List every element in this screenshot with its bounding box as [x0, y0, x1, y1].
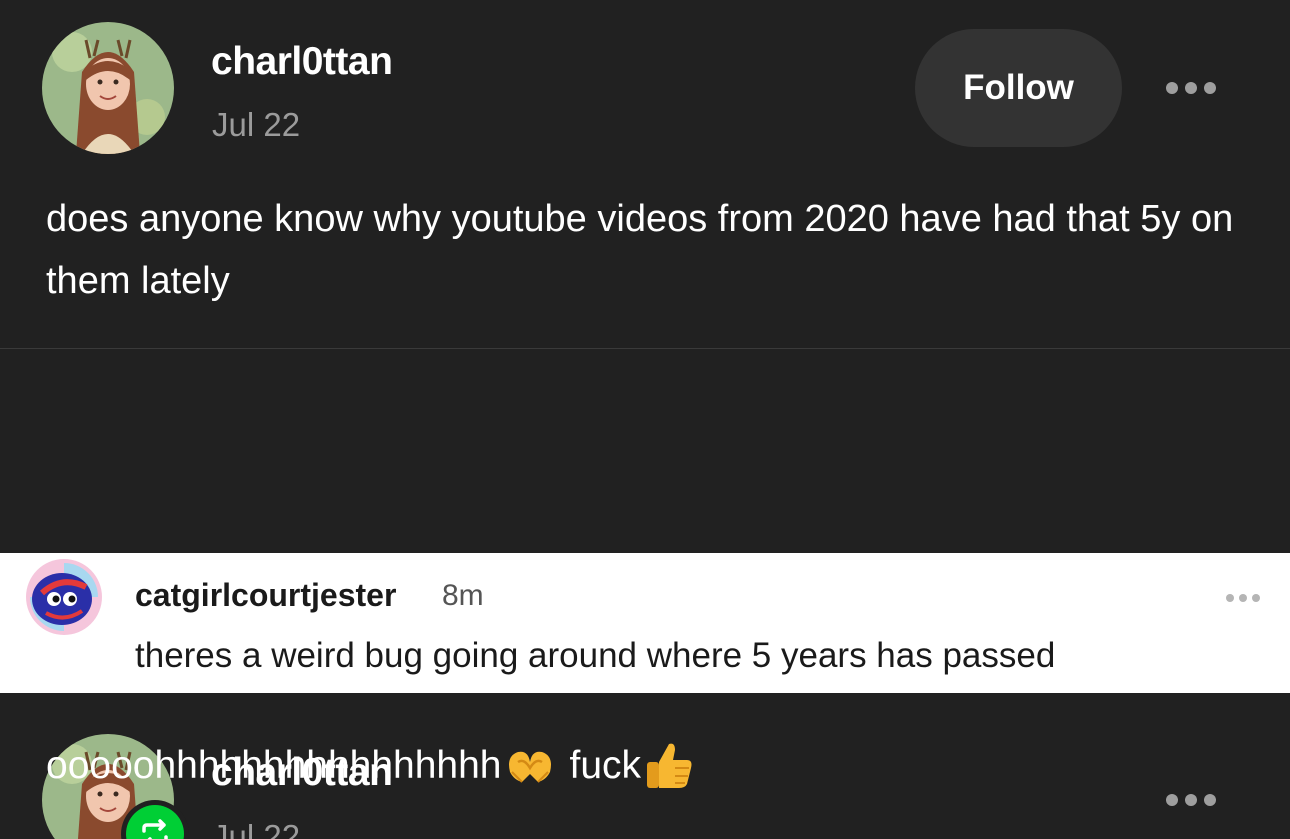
screenshot-avatar: [26, 559, 102, 635]
author-username[interactable]: charl0ttan: [211, 40, 393, 84]
reblog-icon: [142, 819, 168, 839]
screenshot-timestamp: 8m: [442, 579, 484, 612]
screenshot-username: catgirlcourtjester: [135, 577, 397, 613]
original-post: charl0ttan Jul 22 Follow does anyone kno…: [0, 0, 1290, 349]
post-body: does anyone know why youtube videos from…: [46, 198, 1234, 302]
thumbs-up-icon: [647, 743, 692, 788]
avatar-image: [42, 22, 174, 154]
more-options-icon[interactable]: [1166, 794, 1216, 806]
post-date[interactable]: Jul 22: [212, 106, 300, 144]
screenshot-text: theres a weird bug going around where 5 …: [135, 636, 1056, 675]
more-options-icon[interactable]: [1166, 82, 1216, 94]
reblog-comment-text-1: ooooohhhhhhhhhhhhhhhh: [46, 744, 502, 787]
follow-button[interactable]: Follow: [915, 29, 1122, 147]
reblog-comment: ooooohhhhhhhhhhhhhhhh fuck: [46, 738, 697, 794]
reblog-date[interactable]: Jul 22: [212, 818, 300, 839]
heart-hands-icon: [508, 751, 551, 783]
reblog-comment-text-2: fuck: [569, 744, 642, 787]
author-avatar[interactable]: [42, 22, 174, 154]
screenshot-more-icon: [1226, 594, 1260, 602]
